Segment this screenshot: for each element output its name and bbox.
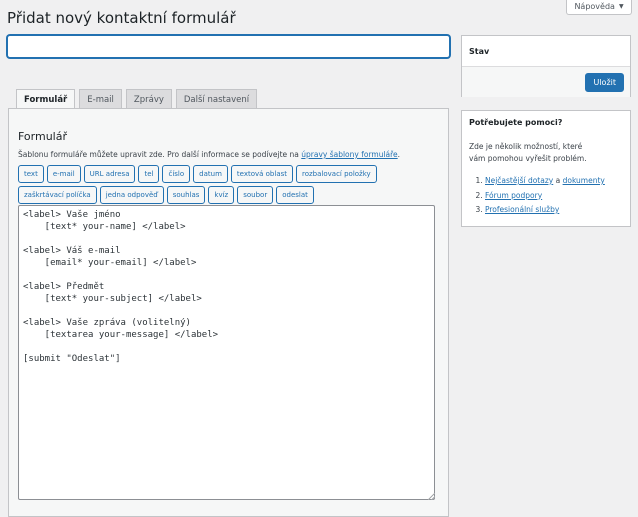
form-panel-description: Šablonu formuláře můžete upravit zde. Pr…	[18, 150, 400, 159]
form-template-editor[interactable]: <label> Vaše jméno [text* your-name] </l…	[18, 205, 435, 500]
help-box-title: Potřebujete pomoci?	[469, 118, 563, 127]
template-editing-link[interactable]: úpravy šablony formuláře	[301, 150, 397, 159]
form-title-input[interactable]	[7, 35, 450, 58]
status-box: Stav Uložit	[461, 35, 631, 97]
list-item: Profesionální služby	[485, 203, 623, 218]
tag-button-submit[interactable]: odeslat	[276, 186, 314, 204]
tab-email[interactable]: E-mail	[79, 89, 122, 109]
help-box-text: Zde je několik možností, které vám pomoh…	[469, 142, 587, 163]
tag-button-text[interactable]: text	[18, 165, 44, 183]
tag-button-radio[interactable]: jedna odpověď	[99, 186, 164, 204]
tab-messages[interactable]: Zprávy	[125, 89, 172, 109]
docs-link[interactable]: dokumenty	[563, 176, 605, 185]
tag-button-acceptance[interactable]: souhlas	[166, 186, 206, 204]
help-link-separator: a	[553, 176, 563, 185]
panel-tabs: Formulář E-mail Zprávy Další nastavení	[16, 89, 258, 110]
description-text: Šablonu formuláře můžete upravit zde. Pr…	[18, 150, 302, 159]
tab-additional-settings[interactable]: Další nastavení	[175, 89, 258, 109]
description-end: .	[397, 150, 401, 159]
tag-button-quiz[interactable]: kvíz	[208, 186, 235, 204]
list-item: Nejčastější dotazy a dokumenty	[485, 174, 623, 189]
tag-button-file[interactable]: soubor	[237, 186, 274, 204]
tag-button-url[interactable]: URL adresa	[83, 165, 136, 183]
tag-button-number[interactable]: číslo	[162, 165, 191, 183]
tag-button-tel[interactable]: tel	[138, 165, 160, 183]
status-box-title: Stav	[462, 36, 630, 67]
professional-services-link[interactable]: Profesionální služby	[485, 205, 559, 214]
help-tab-label: Nápověda	[574, 2, 615, 11]
resize-handle-icon[interactable]	[428, 493, 435, 500]
page-title: Přidat nový kontaktní formulář	[7, 9, 236, 27]
support-forum-link[interactable]: Fórum podpory	[485, 191, 542, 200]
tag-generator-buttons: text e-mail URL adresa tel číslo datum t…	[18, 165, 442, 204]
faq-link[interactable]: Nejčastější dotazy	[485, 176, 553, 185]
tag-button-email[interactable]: e-mail	[46, 165, 81, 183]
list-item: Fórum podpory	[485, 189, 623, 204]
help-links-list: Nejčastější dotazy a dokumenty Fórum pod…	[469, 174, 623, 218]
save-button[interactable]: Uložit	[585, 72, 624, 92]
caret-down-icon: ▼	[618, 3, 624, 10]
tab-form[interactable]: Formulář	[16, 89, 76, 110]
tag-button-date[interactable]: datum	[193, 165, 228, 183]
form-panel: Formulář Šablonu formuláře můžete upravi…	[8, 108, 449, 517]
help-box: Potřebujete pomoci? Zde je několik možno…	[461, 110, 631, 227]
tag-button-dropdown[interactable]: rozbalovací položky	[296, 165, 377, 183]
form-panel-heading: Formulář	[18, 130, 68, 143]
tag-button-textarea[interactable]: textová oblast	[230, 165, 293, 183]
status-box-footer: Uložit	[462, 67, 630, 97]
tag-button-checkboxes[interactable]: zaškrtávací políčka	[18, 186, 97, 204]
help-tab-button[interactable]: Nápověda ▼	[566, 0, 632, 15]
